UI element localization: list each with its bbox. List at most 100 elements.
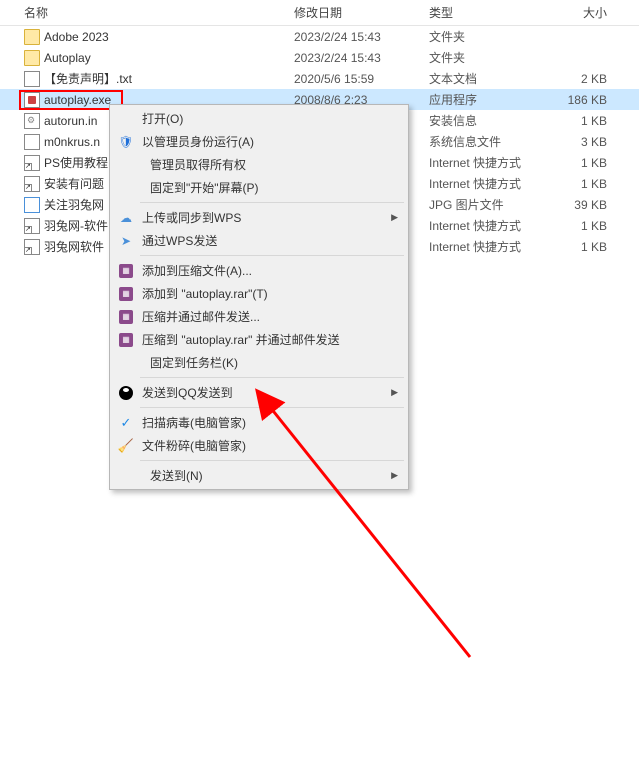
menu-send-via-wps[interactable]: ➤ 通过WPS发送 [112, 229, 406, 252]
shield-icon: 🛡 [118, 134, 134, 150]
file-size-cell: 39 KB [557, 198, 617, 212]
sys-icon [24, 134, 40, 150]
menu-separator [140, 460, 404, 461]
column-type[interactable]: 类型 [429, 4, 557, 21]
file-date-cell: 2023/2/24 15:43 [294, 51, 429, 65]
link-icon [24, 176, 40, 192]
menu-add-to-archive[interactable]: ▦ 添加到压缩文件(A)... [112, 259, 406, 282]
chevron-right-icon: ▶ [391, 212, 398, 223]
menu-compress-rar-email[interactable]: ▦ 压缩到 "autoplay.rar" 并通过邮件发送 [112, 328, 406, 351]
file-type-cell: Internet 快捷方式 [429, 154, 557, 171]
file-type-cell: 文件夹 [429, 49, 557, 66]
file-name-label: 【免责声明】.txt [44, 70, 132, 87]
file-size-cell: 3 KB [557, 135, 617, 149]
menu-separator [140, 255, 404, 256]
menu-label: 发送到(N) [150, 467, 203, 484]
file-type-cell: 系统信息文件 [429, 133, 557, 150]
column-name[interactable]: 名称 [24, 4, 294, 21]
menu-label: 固定到任务栏(K) [150, 354, 238, 371]
rar-icon: ▦ [118, 309, 134, 325]
rar-icon: ▦ [118, 286, 134, 302]
menu-shred-file[interactable]: 🧹 文件粉碎(电脑管家) [112, 434, 406, 457]
ini-icon [24, 113, 40, 129]
file-name-cell: Autoplay [24, 50, 294, 66]
file-type-cell: Internet 快捷方式 [429, 238, 557, 255]
folder-icon [24, 50, 40, 66]
shield-check-icon: ✓ [118, 415, 134, 431]
file-name-label: autoplay.exe [44, 93, 111, 107]
menu-compress-email[interactable]: ▦ 压缩并通过邮件发送... [112, 305, 406, 328]
file-size-cell: 1 KB [557, 177, 617, 191]
qq-icon [118, 385, 134, 401]
menu-open[interactable]: 打开(O) [112, 107, 406, 130]
column-date[interactable]: 修改日期 [294, 4, 429, 21]
txt-icon [24, 71, 40, 87]
file-name-label: m0nkrus.n [44, 135, 100, 149]
link-icon [24, 155, 40, 171]
file-type-cell: 文件夹 [429, 28, 557, 45]
menu-label: 打开(O) [142, 110, 183, 127]
file-type-cell: 文本文档 [429, 70, 557, 87]
menu-label: 压缩到 "autoplay.rar" 并通过邮件发送 [142, 331, 340, 348]
file-type-cell: Internet 快捷方式 [429, 175, 557, 192]
file-type-cell: 安装信息 [429, 112, 557, 129]
send-icon: ➤ [118, 233, 134, 249]
menu-pin-taskbar[interactable]: 固定到任务栏(K) [112, 351, 406, 374]
link-icon [24, 218, 40, 234]
menu-separator [140, 377, 404, 378]
menu-separator [140, 407, 404, 408]
menu-add-to-rar[interactable]: ▦ 添加到 "autoplay.rar"(T) [112, 282, 406, 305]
menu-label: 压缩并通过邮件发送... [142, 308, 260, 325]
jpg-icon [24, 197, 40, 213]
exe-icon [24, 92, 40, 108]
menu-label: 添加到压缩文件(A)... [142, 262, 252, 279]
file-name-label: 安装有问题 [44, 175, 104, 192]
file-name-label: 羽兔网-软件 [44, 217, 108, 234]
cloud-upload-icon: ☁ [118, 210, 134, 226]
menu-pin-to-start[interactable]: 固定到"开始"屏幕(P) [112, 176, 406, 199]
file-name-label: autorun.in [44, 114, 97, 128]
chevron-right-icon: ▶ [391, 387, 398, 398]
file-row[interactable]: Adobe 20232023/2/24 15:43文件夹 [0, 26, 639, 47]
context-menu: 打开(O) 🛡 以管理员身份运行(A) 管理员取得所有权 固定到"开始"屏幕(P… [109, 104, 409, 490]
file-size-cell: 1 KB [557, 219, 617, 233]
menu-label: 通过WPS发送 [142, 232, 217, 249]
file-size-cell: 186 KB [557, 93, 617, 107]
column-size[interactable]: 大小 [557, 4, 617, 21]
file-name-cell: 【免责声明】.txt [24, 70, 294, 87]
menu-upload-wps[interactable]: ☁ 上传或同步到WPS ▶ [112, 206, 406, 229]
rar-icon: ▦ [118, 263, 134, 279]
menu-run-as-admin[interactable]: 🛡 以管理员身份运行(A) [112, 130, 406, 153]
file-name-label: PS使用教程 [44, 154, 108, 171]
rar-icon: ▦ [118, 332, 134, 348]
file-date-cell: 2020/5/6 15:59 [294, 72, 429, 86]
file-size-cell: 2 KB [557, 72, 617, 86]
chevron-right-icon: ▶ [391, 470, 398, 481]
menu-label: 添加到 "autoplay.rar"(T) [142, 285, 268, 302]
file-type-cell: Internet 快捷方式 [429, 217, 557, 234]
file-name-label: 羽兔网软件 [44, 238, 104, 255]
menu-send-to-qq[interactable]: 发送到QQ发送到 ▶ [112, 381, 406, 404]
menu-send-to[interactable]: 发送到(N) ▶ [112, 464, 406, 487]
menu-label: 管理员取得所有权 [150, 156, 246, 173]
menu-label: 文件粉碎(电脑管家) [142, 437, 246, 454]
file-size-cell: 1 KB [557, 156, 617, 170]
menu-scan-virus[interactable]: ✓ 扫描病毒(电脑管家) [112, 411, 406, 434]
link-icon [24, 239, 40, 255]
column-header-row: 名称 修改日期 类型 大小 [0, 0, 639, 26]
file-name-cell: Adobe 2023 [24, 29, 294, 45]
menu-admin-ownership[interactable]: 管理员取得所有权 [112, 153, 406, 176]
broom-icon: 🧹 [118, 438, 134, 454]
file-row[interactable]: 【免责声明】.txt 2020/5/6 15:59文本文档2 KB [0, 68, 639, 89]
file-type-cell: JPG 图片文件 [429, 196, 557, 213]
menu-label: 上传或同步到WPS [142, 209, 241, 226]
menu-label: 以管理员身份运行(A) [142, 133, 254, 150]
file-row[interactable]: Autoplay2023/2/24 15:43文件夹 [0, 47, 639, 68]
menu-label: 扫描病毒(电脑管家) [142, 414, 246, 431]
file-name-label: 关注羽兔网 [44, 196, 104, 213]
file-type-cell: 应用程序 [429, 91, 557, 108]
folder-icon [24, 29, 40, 45]
menu-label: 发送到QQ发送到 [142, 384, 233, 401]
file-size-cell: 1 KB [557, 240, 617, 254]
file-name-label: Adobe 2023 [44, 30, 109, 44]
